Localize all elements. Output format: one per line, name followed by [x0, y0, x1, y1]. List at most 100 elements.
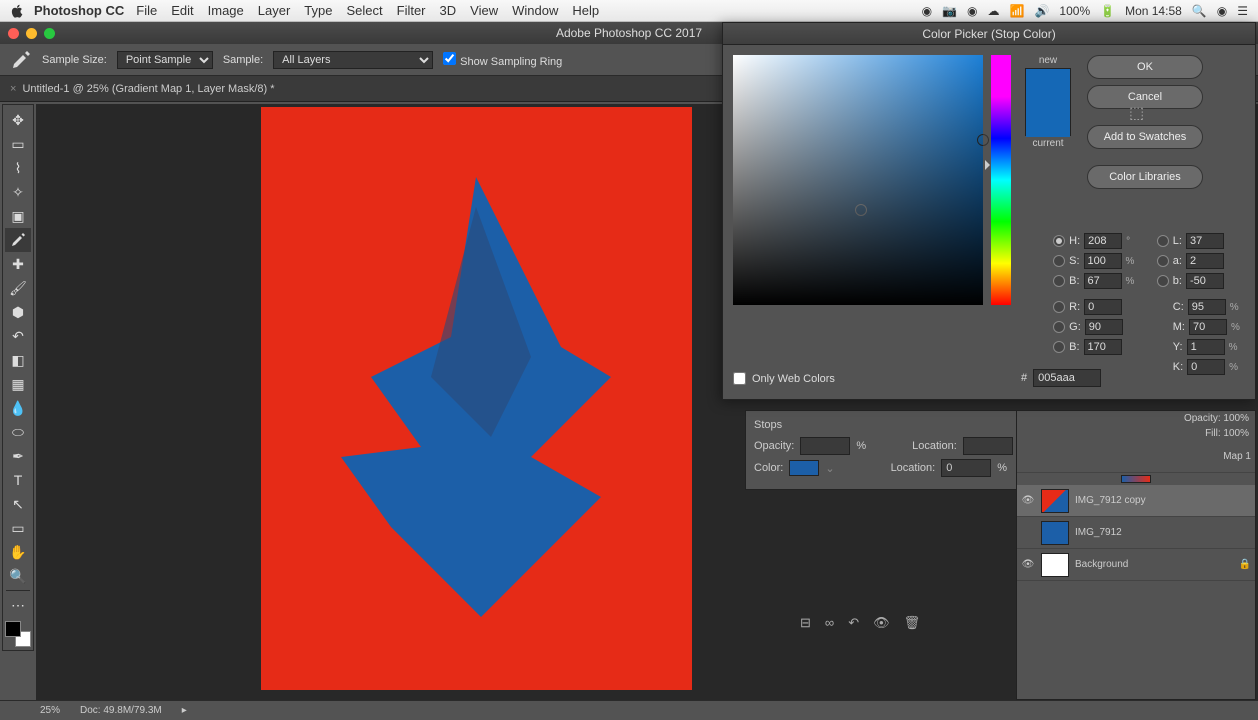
current-color[interactable] [1026, 103, 1070, 137]
menu-edit[interactable]: Edit [171, 3, 193, 18]
crop-tool[interactable]: ▣ [5, 204, 31, 228]
color-swatches[interactable] [5, 621, 31, 647]
sample-select[interactable]: All Layers [273, 51, 433, 69]
sample-size-select[interactable]: Point Sample [117, 51, 213, 69]
cloud-icon[interactable]: ☁ [988, 4, 1000, 18]
siri-icon[interactable]: ◉ [1217, 4, 1227, 18]
edit-toolbar[interactable]: ⋯ [5, 593, 31, 617]
menu-icon[interactable]: ☰ [1237, 4, 1248, 18]
visibility-toggle-0[interactable]: 👁 [1021, 495, 1035, 506]
app-name[interactable]: Photoshop CC [34, 3, 124, 18]
layer-row-1[interactable]: IMG_7912 [1017, 517, 1255, 549]
color-libraries-button[interactable]: Color Libraries [1087, 165, 1203, 189]
volume-icon[interactable]: 🔊 [1034, 4, 1049, 18]
menu-view[interactable]: View [470, 3, 498, 18]
move-tool[interactable]: ✥ [5, 108, 31, 132]
b2-input[interactable] [1186, 273, 1224, 289]
zoom-tool[interactable]: 🔍 [5, 564, 31, 588]
color-chevron-icon[interactable]: ⌄ [825, 462, 834, 475]
trash-icon[interactable]: 🗑 [904, 615, 921, 631]
l-input[interactable] [1186, 233, 1224, 249]
revert-icon[interactable]: ↶ [848, 615, 859, 631]
web-colors-checkbox[interactable] [733, 372, 746, 385]
wifi-icon[interactable]: 📶 [1010, 4, 1025, 18]
a-input[interactable] [1186, 253, 1224, 269]
camera-icon[interactable]: 📷 [942, 4, 957, 18]
gradient-tool[interactable]: ▦ [5, 372, 31, 396]
layer-gradient-map[interactable]: Map 1 [1017, 441, 1255, 473]
marquee-tool[interactable]: ▭ [5, 132, 31, 156]
g-input[interactable] [1085, 319, 1123, 335]
maximize-window-button[interactable] [44, 28, 55, 39]
y-input[interactable] [1187, 339, 1225, 355]
shield-icon[interactable]: ◉ [967, 4, 977, 18]
b-radio[interactable] [1053, 275, 1065, 287]
shape-tool[interactable]: ▭ [5, 516, 31, 540]
a-radio[interactable] [1157, 255, 1169, 267]
blur-tool[interactable]: 💧 [5, 396, 31, 420]
k-input[interactable] [1187, 359, 1225, 375]
record-icon[interactable]: ◉ [922, 4, 932, 18]
menu-file[interactable]: File [136, 3, 157, 18]
layer-row-0[interactable]: 👁 IMG_7912 copy [1017, 485, 1255, 517]
menu-3d[interactable]: 3D [440, 3, 457, 18]
visibility-toggle-2[interactable]: 👁 [1021, 559, 1035, 570]
cancel-button[interactable]: Cancel [1087, 85, 1203, 109]
l-radio[interactable] [1157, 235, 1169, 247]
location-input-2[interactable] [941, 459, 991, 477]
align-icon[interactable]: ⊟ [800, 615, 811, 631]
dodge-tool[interactable]: ⬭ [5, 420, 31, 444]
menu-image[interactable]: Image [208, 3, 244, 18]
color-field-cursor[interactable] [855, 204, 867, 216]
battery-icon[interactable]: 🔋 [1100, 4, 1115, 18]
type-tool[interactable]: T [5, 468, 31, 492]
location-input-1[interactable] [963, 437, 1013, 455]
show-sampling-ring[interactable]: Show Sampling Ring [443, 52, 562, 68]
h-input[interactable] [1084, 233, 1122, 249]
search-icon[interactable]: 🔍 [1192, 4, 1207, 18]
history-brush-tool[interactable]: ↶ [5, 324, 31, 348]
b2-radio[interactable] [1157, 275, 1169, 287]
stop-color-swatch[interactable] [789, 460, 819, 476]
hue-slider[interactable] [991, 55, 1011, 305]
color-field-cursor-2[interactable] [977, 134, 989, 146]
document-canvas[interactable] [261, 107, 692, 690]
r-input[interactable] [1084, 299, 1122, 315]
g-radio[interactable] [1053, 321, 1065, 333]
eraser-tool[interactable]: ◧ [5, 348, 31, 372]
brush-tool[interactable]: 🖌 [5, 276, 31, 300]
status-chevron-icon[interactable]: ▸ [182, 705, 187, 716]
cube-icon[interactable]: ⬚ [1129, 103, 1143, 117]
fg-color[interactable] [5, 621, 21, 637]
m-input[interactable] [1189, 319, 1227, 335]
b-input[interactable] [1084, 273, 1122, 289]
minimize-window-button[interactable] [26, 28, 37, 39]
bb-input[interactable] [1084, 339, 1122, 355]
menu-window[interactable]: Window [512, 3, 558, 18]
path-tool[interactable]: ↖ [5, 492, 31, 516]
document-tab[interactable]: Untitled-1 @ 25% (Gradient Map 1, Layer … [22, 83, 274, 95]
pen-tool[interactable]: ✒ [5, 444, 31, 468]
eyedropper-tool[interactable] [5, 228, 31, 252]
s-radio[interactable] [1053, 255, 1065, 267]
layer-row-2[interactable]: 👁 Background 🔒 [1017, 549, 1255, 581]
c-input[interactable] [1188, 299, 1226, 315]
apple-icon[interactable] [10, 4, 24, 18]
add-swatches-button[interactable]: Add to Swatches [1087, 125, 1203, 149]
menu-layer[interactable]: Layer [258, 3, 291, 18]
doc-size[interactable]: Doc: 49.8M/79.3M [80, 705, 162, 716]
menu-help[interactable]: Help [572, 3, 599, 18]
ok-button[interactable]: OK [1087, 55, 1203, 79]
stamp-tool[interactable]: ⬢ [5, 300, 31, 324]
show-ring-checkbox[interactable] [443, 52, 456, 65]
h-radio[interactable] [1053, 235, 1065, 247]
s-input[interactable] [1084, 253, 1122, 269]
eye-icon[interactable]: 👁 [873, 615, 890, 631]
menu-select[interactable]: Select [346, 3, 382, 18]
lock-icon[interactable]: 🔒 [1239, 559, 1251, 570]
hand-tool[interactable]: ✋ [5, 540, 31, 564]
healing-tool[interactable]: ✚ [5, 252, 31, 276]
wand-tool[interactable]: ✧ [5, 180, 31, 204]
close-tab-button[interactable]: × [10, 83, 16, 95]
menu-type[interactable]: Type [304, 3, 332, 18]
